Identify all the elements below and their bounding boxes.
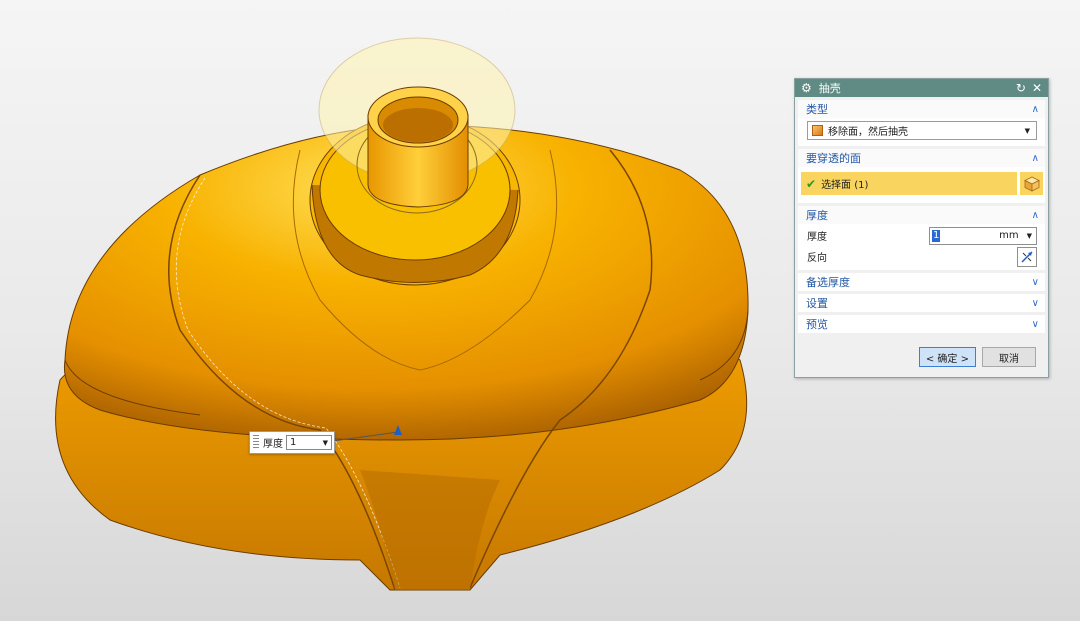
reverse-label: 反向 [807, 253, 827, 264]
face-select-button[interactable] [1020, 172, 1043, 195]
thickness-input[interactable]: 1 mm ▼ [929, 226, 1037, 245]
floating-thickness-value: 1 [290, 437, 297, 448]
chevron-down-icon[interactable]: ▼ [1025, 127, 1030, 135]
check-icon: ✔ [806, 176, 817, 191]
settings-section-header[interactable]: 设置 ∨ [798, 294, 1045, 312]
chevron-down-icon[interactable]: ∨ [1032, 298, 1039, 309]
floating-thickness-field[interactable]: 1 ▼ [286, 435, 332, 450]
chevron-down-icon[interactable]: ∨ [1032, 277, 1039, 288]
preview-title: 预览 [806, 318, 828, 331]
pierce-faces-title: 要穿透的面 [806, 152, 861, 165]
dialog-titlebar[interactable]: ⚙ 抽壳 ↻ ✕ [795, 79, 1048, 97]
thickness-section: 厚度 ∧ 厚度 1 mm ▼ 反向 [798, 206, 1045, 270]
type-section-title: 类型 [806, 103, 828, 116]
floating-thickness-input[interactable]: 厚度 1 ▼ [249, 431, 335, 454]
reverse-direction-button[interactable] [1017, 246, 1037, 267]
close-icon[interactable]: ✕ [1032, 81, 1042, 95]
dialog-title: 抽壳 [818, 82, 841, 95]
type-section-header[interactable]: 类型 ∧ [798, 100, 1045, 118]
chevron-up-icon[interactable]: ∧ [1032, 104, 1039, 115]
reset-icon[interactable]: ↻ [1016, 81, 1026, 95]
thickness-value: 1 [932, 229, 941, 242]
type-dropdown[interactable]: 移除面，然后抽壳 ▼ [807, 121, 1037, 140]
alt-thickness-section-header[interactable]: 备选厚度 ∨ [798, 273, 1045, 291]
chevron-down-icon[interactable]: ▼ [323, 439, 328, 447]
alt-thickness-title: 备选厚度 [806, 276, 850, 289]
select-face-label: 选择面 (1) [821, 180, 869, 191]
type-dropdown-value: 移除面，然后抽壳 [828, 127, 908, 138]
ok-button[interactable]: < 确定 > [918, 347, 976, 367]
dialog-footer: < 确定 > 取消 [913, 347, 1036, 367]
drag-grip-icon[interactable] [253, 435, 259, 450]
thickness-label: 厚度 [807, 232, 827, 243]
chevron-up-icon[interactable]: ∧ [1032, 153, 1039, 164]
floating-thickness-label: 厚度 [263, 439, 283, 450]
type-section: 类型 ∧ 移除面，然后抽壳 ▼ [798, 100, 1045, 146]
thickness-section-header[interactable]: 厚度 ∧ [798, 206, 1045, 224]
preview-section-header[interactable]: 预览 ∨ [798, 315, 1045, 333]
cancel-button[interactable]: 取消 [982, 347, 1036, 367]
chevron-down-icon[interactable]: ▼ [1027, 232, 1032, 240]
cube-icon [1023, 176, 1040, 192]
chevron-down-icon[interactable]: ∨ [1032, 319, 1039, 330]
shell-dialog: ⚙ 抽壳 ↻ ✕ 类型 ∧ 移除面，然后抽壳 ▼ 要穿透的面 ∧ ✔ 选择面 (… [794, 78, 1049, 378]
pierce-faces-section: 要穿透的面 ∧ ✔ 选择面 (1) [798, 149, 1045, 203]
gear-icon[interactable]: ⚙ [801, 81, 812, 95]
thickness-section-title: 厚度 [806, 209, 828, 222]
chevron-up-icon[interactable]: ∧ [1032, 210, 1039, 221]
select-face-field[interactable]: ✔ 选择面 (1) [801, 172, 1017, 195]
remove-face-shell-icon [812, 125, 823, 136]
flip-direction-icon [1021, 250, 1033, 263]
pierce-faces-header[interactable]: 要穿透的面 ∧ [798, 149, 1045, 167]
thickness-unit: mm [999, 230, 1019, 241]
settings-title: 设置 [806, 297, 828, 310]
